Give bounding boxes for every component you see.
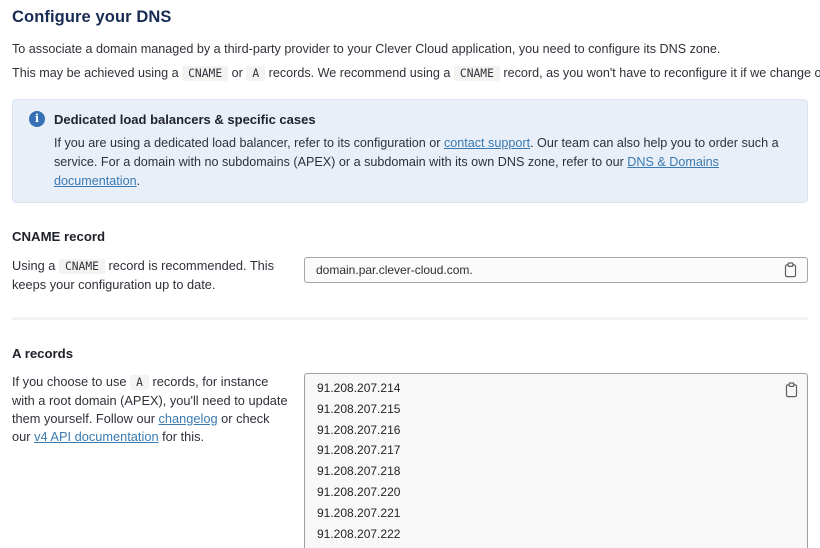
info-callout-body: If you are using a dedicated load balanc… bbox=[54, 134, 791, 191]
ip-address-line: 91.208.207.216 bbox=[317, 420, 773, 441]
cname-value: domain.par.clever-cloud.com. bbox=[316, 263, 473, 277]
copy-cname-button[interactable] bbox=[782, 261, 798, 279]
ip-address-line: 91.208.207.222 bbox=[317, 524, 773, 545]
info-callout-header: i Dedicated load balancers & specific ca… bbox=[29, 111, 791, 127]
intro-paragraph-2: This may be achieved using a CNAME or A … bbox=[12, 65, 808, 82]
info-callout-title: Dedicated load balancers & specific case… bbox=[54, 112, 316, 127]
ip-address-line: 91.208.207.221 bbox=[317, 503, 773, 524]
info-callout: i Dedicated load balancers & specific ca… bbox=[12, 99, 808, 203]
info-text: If you are using a dedicated load balanc… bbox=[54, 136, 444, 150]
intro-text: or bbox=[228, 66, 246, 80]
cname-description: Using a CNAME record is recommended. Thi… bbox=[12, 257, 290, 294]
a-records-section-title: A records bbox=[12, 346, 808, 361]
intro-text: record, as you won't have to reconfigure… bbox=[500, 66, 820, 80]
a-records-text: for this. bbox=[159, 429, 205, 444]
inline-code-a: A bbox=[130, 375, 149, 390]
intro-text: This may be achieved using a bbox=[12, 66, 182, 80]
a-records-section-row: If you choose to use A records, for inst… bbox=[12, 373, 808, 548]
contact-support-link[interactable]: contact support bbox=[444, 136, 530, 150]
clipboard-icon bbox=[784, 262, 797, 278]
dns-configuration-page: Configure your DNS To associate a domain… bbox=[0, 0, 820, 548]
inline-code-cname: CNAME bbox=[454, 66, 500, 81]
ip-address-line: 91.208.207.220 bbox=[317, 482, 773, 503]
cname-section-title: CNAME record bbox=[12, 229, 808, 244]
intro-paragraph-1: To associate a domain managed by a third… bbox=[12, 41, 808, 58]
info-icon: i bbox=[29, 111, 45, 127]
ip-address-list: 91.208.207.21491.208.207.21591.208.207.2… bbox=[317, 378, 773, 548]
page-title: Configure your DNS bbox=[12, 0, 808, 27]
ip-address-line: 91.208.207.214 bbox=[317, 378, 773, 399]
intro-text: records. We recommend using a bbox=[265, 66, 454, 80]
cname-record-section: CNAME record Using a CNAME record is rec… bbox=[12, 229, 808, 294]
a-records-description: If you choose to use A records, for inst… bbox=[12, 373, 290, 548]
info-text: . bbox=[137, 174, 141, 188]
cname-text: Using a bbox=[12, 258, 59, 273]
cname-field-column: domain.par.clever-cloud.com. bbox=[304, 257, 808, 294]
changelog-link[interactable]: changelog bbox=[159, 411, 218, 426]
copy-a-records-button[interactable] bbox=[783, 381, 799, 399]
cname-section-row: Using a CNAME record is recommended. Thi… bbox=[12, 257, 808, 294]
ip-address-line: 91.208.207.215 bbox=[317, 399, 773, 420]
inline-code-a: A bbox=[246, 66, 265, 81]
inline-code-cname: CNAME bbox=[59, 259, 105, 274]
inline-code-cname: CNAME bbox=[182, 66, 228, 81]
section-divider bbox=[12, 317, 808, 320]
ip-address-line: 91.208.207.217 bbox=[317, 440, 773, 461]
a-records-field-column: 91.208.207.21491.208.207.21591.208.207.2… bbox=[304, 373, 808, 548]
a-records-value-field[interactable]: 91.208.207.21491.208.207.21591.208.207.2… bbox=[304, 373, 808, 548]
ip-address-line: 91.208.207.223 bbox=[317, 544, 773, 548]
clipboard-icon bbox=[785, 382, 798, 398]
cname-value-field[interactable]: domain.par.clever-cloud.com. bbox=[304, 257, 808, 283]
a-records-section: A records If you choose to use A records… bbox=[12, 346, 808, 548]
v4-api-documentation-link[interactable]: v4 API documentation bbox=[34, 429, 159, 444]
ip-address-line: 91.208.207.218 bbox=[317, 461, 773, 482]
a-records-text: If you choose to use bbox=[12, 374, 130, 389]
